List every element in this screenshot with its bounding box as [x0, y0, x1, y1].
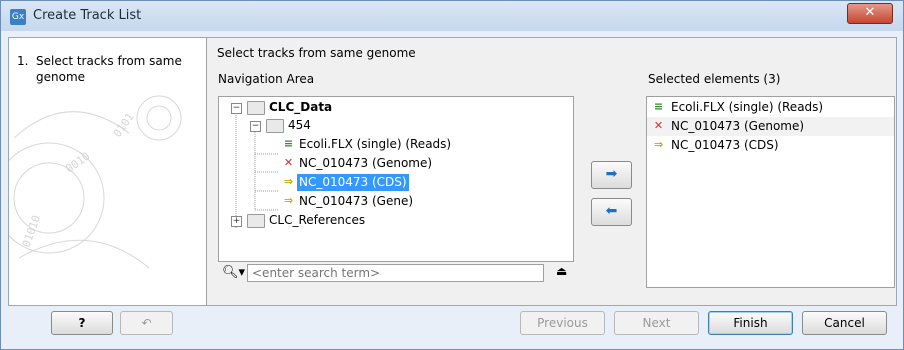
selected-elements-label: Selected elements (3) — [648, 72, 781, 86]
close-button[interactable]: ✕ — [847, 3, 893, 24]
tree-node-label: CLC_Data — [269, 100, 333, 114]
collapse-toggle[interactable]: − — [231, 103, 242, 114]
tree-node-clc-data[interactable]: − CLC_Data — [219, 98, 573, 117]
cds-icon: ⇒ — [653, 138, 664, 151]
button-bar: ? ↶ Previous Next Finish Cancel — [8, 304, 895, 346]
list-item-label: Ecoli.FLX (single) (Reads) — [671, 100, 824, 114]
tree-item-label: NC_010473 (Genome) — [299, 156, 433, 170]
tree-item-label: Ecoli.FLX (single) (Reads) — [299, 137, 452, 151]
search-bar: 🔍︎▾ ⏏ — [218, 261, 572, 287]
list-item-label: NC_010473 (Genome) — [671, 119, 805, 133]
search-input[interactable] — [247, 264, 544, 282]
tree-item-reads[interactable]: ≡ Ecoli.FLX (single) (Reads) — [219, 135, 573, 154]
finish-button[interactable]: Finish — [708, 311, 793, 335]
steps-panel: 1. Select tracks from same genome 0010 0… — [9, 38, 207, 305]
cds-icon: ⇒ — [283, 175, 294, 188]
step-number: 1. — [17, 54, 29, 68]
genome-icon: ✕ — [653, 119, 664, 132]
previous-button[interactable]: Previous — [520, 311, 605, 335]
tree-item-genome[interactable]: ✕ NC_010473 (Genome) — [219, 154, 573, 173]
dialog-body: 1. Select tracks from same genome 0010 0… — [8, 37, 897, 306]
search-icon[interactable]: 🔍︎▾ — [222, 265, 245, 280]
app-icon: Gx — [10, 9, 26, 25]
next-button[interactable]: Next — [614, 311, 699, 335]
selected-elements-list[interactable]: ≡ Ecoli.FLX (single) (Reads) ✕ NC_010473… — [646, 96, 895, 288]
collapse-toggle[interactable]: − — [250, 121, 261, 132]
arrow-left-icon: ⬅ — [605, 203, 618, 219]
list-item-label: NC_010473 (CDS) — [671, 138, 779, 152]
tree-item-cds[interactable]: ⇒ NC_010473 (CDS) — [219, 173, 573, 192]
arrow-right-icon: ➡ — [605, 166, 618, 182]
folder-icon — [247, 214, 265, 228]
title-bar[interactable]: Gx Create Track List ✕ — [1, 1, 903, 31]
reads-icon: ≡ — [653, 100, 664, 113]
tree-item-label: NC_010473 (Gene) — [299, 194, 414, 208]
cancel-button[interactable]: Cancel — [802, 311, 887, 335]
tree-node-clc-references[interactable]: + CLC_References — [219, 211, 573, 230]
folder-icon — [266, 119, 284, 133]
svg-text:0101: 0101 — [111, 111, 137, 140]
eject-icon[interactable]: ⏏ — [556, 264, 567, 278]
expand-toggle[interactable]: + — [231, 216, 242, 227]
window-title: Create Track List — [33, 8, 142, 23]
help-button[interactable]: ? — [51, 311, 113, 335]
navigation-area-label: Navigation Area — [218, 72, 315, 86]
remove-from-selected-button[interactable]: ⬅ — [591, 198, 632, 226]
reset-icon: ↶ — [141, 316, 152, 330]
folder-icon — [247, 101, 265, 115]
tree-node-label: CLC_References — [269, 213, 366, 227]
decorative-watermark: 0010 01010 0101 — [9, 95, 182, 269]
list-item[interactable]: ✕ NC_010473 (Genome) — [647, 117, 894, 136]
tree-node-454[interactable]: − 454 — [219, 116, 573, 135]
svg-text:0010: 0010 — [63, 150, 92, 176]
step-heading: Select tracks from same genome — [217, 46, 416, 60]
list-item[interactable]: ≡ Ecoli.FLX (single) (Reads) — [647, 98, 894, 117]
genome-icon: ✕ — [283, 156, 294, 169]
main-panel: Select tracks from same genome Navigatio… — [207, 38, 896, 305]
tree-item-gene[interactable]: ⇒ NC_010473 (Gene) — [219, 192, 573, 211]
tree-item-label: NC_010473 (CDS) — [297, 174, 409, 191]
close-icon: ✕ — [864, 5, 876, 20]
add-to-selected-button[interactable]: ➡ — [591, 161, 632, 189]
navigation-tree[interactable]: − CLC_Data − 454 ≡ Ecoli.FLX (single) (R… — [218, 96, 574, 262]
tree-node-label: 454 — [288, 118, 311, 132]
dialog-window: Gx Create Track List ✕ 1. Select tracks … — [0, 0, 904, 350]
gene-icon: ⇒ — [283, 194, 294, 207]
reads-icon: ≡ — [283, 137, 294, 150]
list-item[interactable]: ⇒ NC_010473 (CDS) — [647, 136, 894, 155]
reset-button[interactable]: ↶ — [120, 311, 173, 335]
